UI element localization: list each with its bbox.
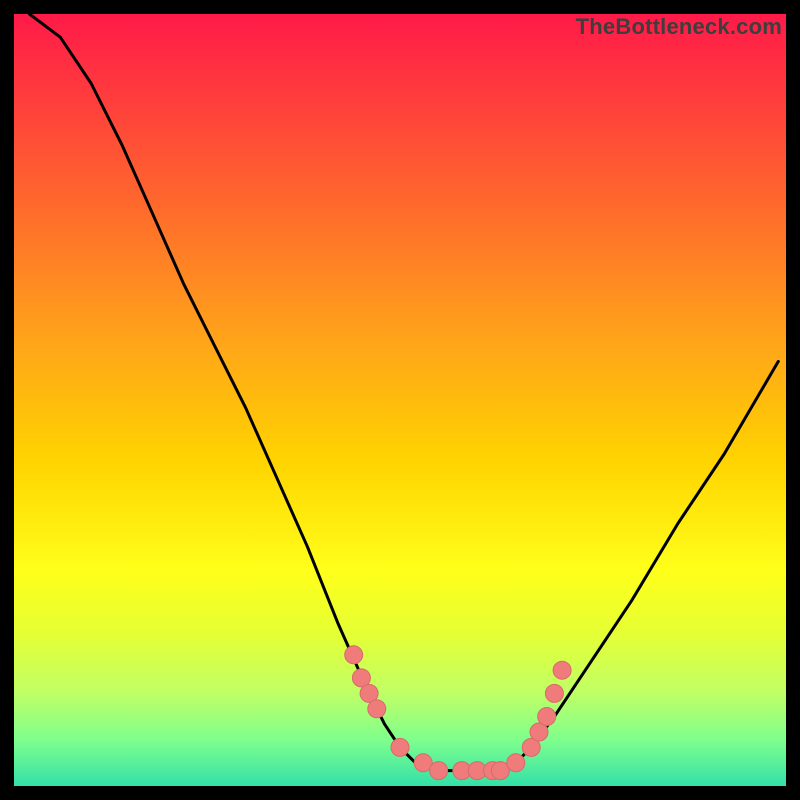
marker-point (345, 646, 363, 664)
marker-point (430, 762, 448, 780)
marker-point (553, 661, 571, 679)
marker-point (545, 684, 563, 702)
marker-group (345, 646, 571, 780)
chart-frame: TheBottleneck.com (0, 0, 800, 800)
marker-point (368, 700, 386, 718)
marker-point (507, 754, 525, 772)
marker-point (538, 708, 556, 726)
plot-area: TheBottleneck.com (14, 14, 786, 786)
chart-overlay (14, 14, 786, 786)
marker-point (391, 738, 409, 756)
curve-path (29, 14, 778, 771)
